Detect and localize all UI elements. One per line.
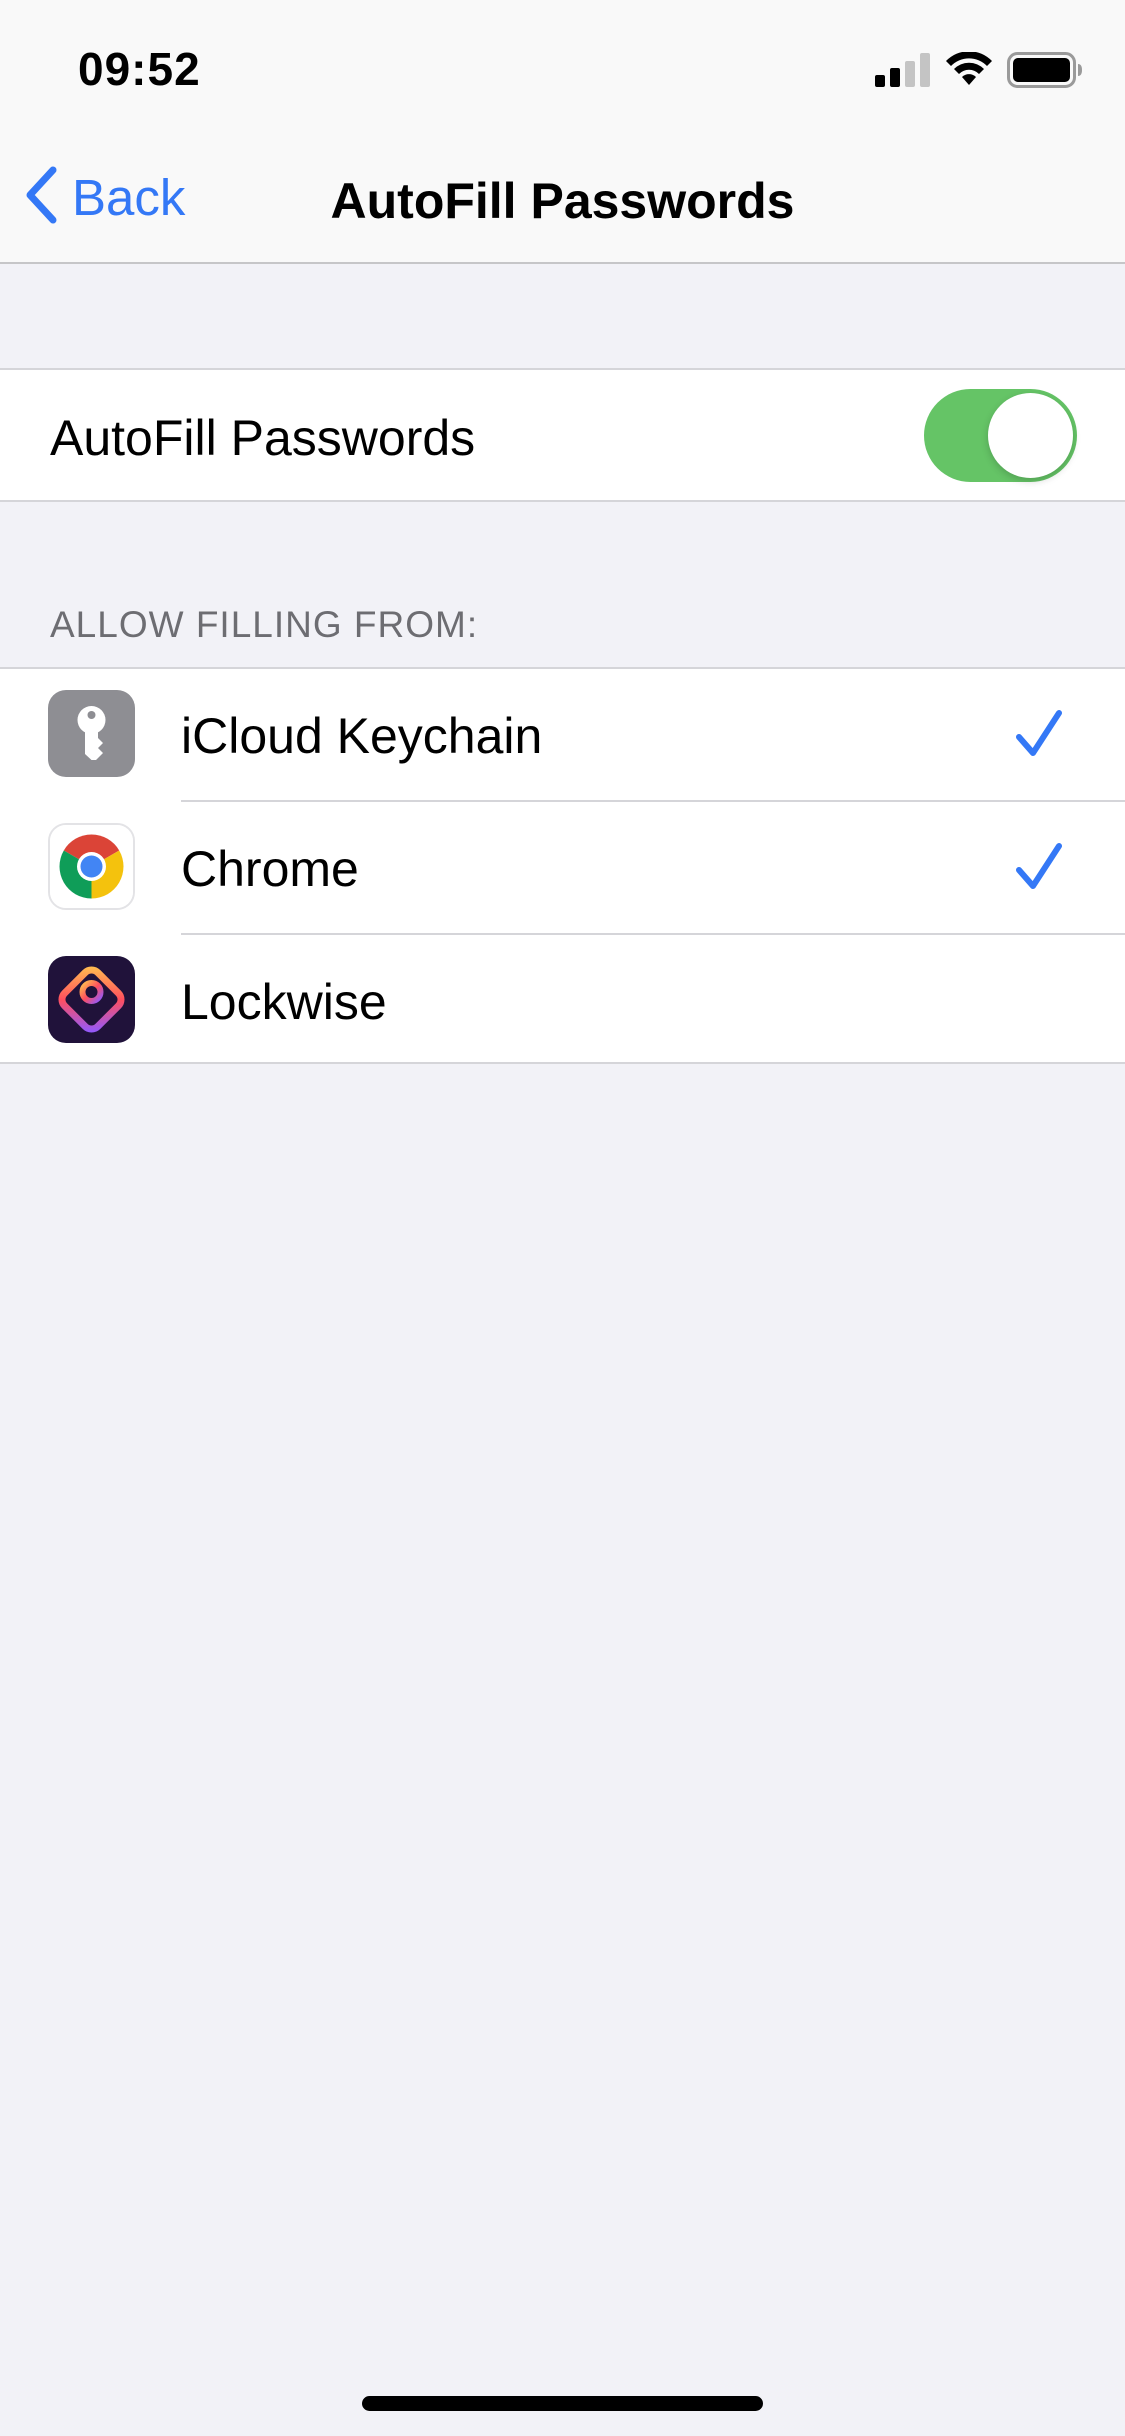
keychain-icon: [48, 690, 135, 777]
autofill-providers-list: iCloud Keychain Chrome Lockwise: [0, 667, 1125, 1064]
list-item-lockwise[interactable]: Lockwise: [0, 935, 1125, 1067]
home-indicator[interactable]: [362, 2396, 763, 2411]
back-label: Back: [72, 168, 186, 226]
autofill-passwords-label: AutoFill Passwords: [50, 410, 476, 466]
list-item-chrome[interactable]: Chrome: [0, 802, 1125, 934]
navigation-bar: Back AutoFill Passwords: [0, 132, 1125, 264]
battery-icon: [1007, 52, 1083, 88]
section-header: ALLOW FILLING FROM:: [50, 604, 479, 645]
back-button[interactable]: Back: [24, 162, 185, 232]
status-bar: 09:52: [0, 0, 1125, 132]
chevron-left-icon: [24, 166, 58, 229]
cellular-signal-icon: [875, 53, 931, 87]
checkmark-icon: [1015, 842, 1063, 897]
autofill-passwords-toggle[interactable]: [924, 389, 1077, 482]
checkmark-icon: [1015, 709, 1063, 764]
autofill-toggle-group: AutoFill Passwords: [0, 368, 1125, 502]
chrome-icon: [48, 823, 135, 910]
status-time: 09:52: [78, 43, 201, 95]
list-item-icloud-keychain[interactable]: iCloud Keychain: [0, 669, 1125, 801]
list-item-label: Lockwise: [181, 974, 387, 1030]
status-icons: [875, 50, 1083, 90]
list-item-label: Chrome: [181, 841, 359, 897]
list-item-label: iCloud Keychain: [181, 708, 543, 764]
wifi-icon: [945, 52, 993, 88]
lockwise-icon: [48, 956, 135, 1043]
toggle-knob: [988, 393, 1073, 478]
